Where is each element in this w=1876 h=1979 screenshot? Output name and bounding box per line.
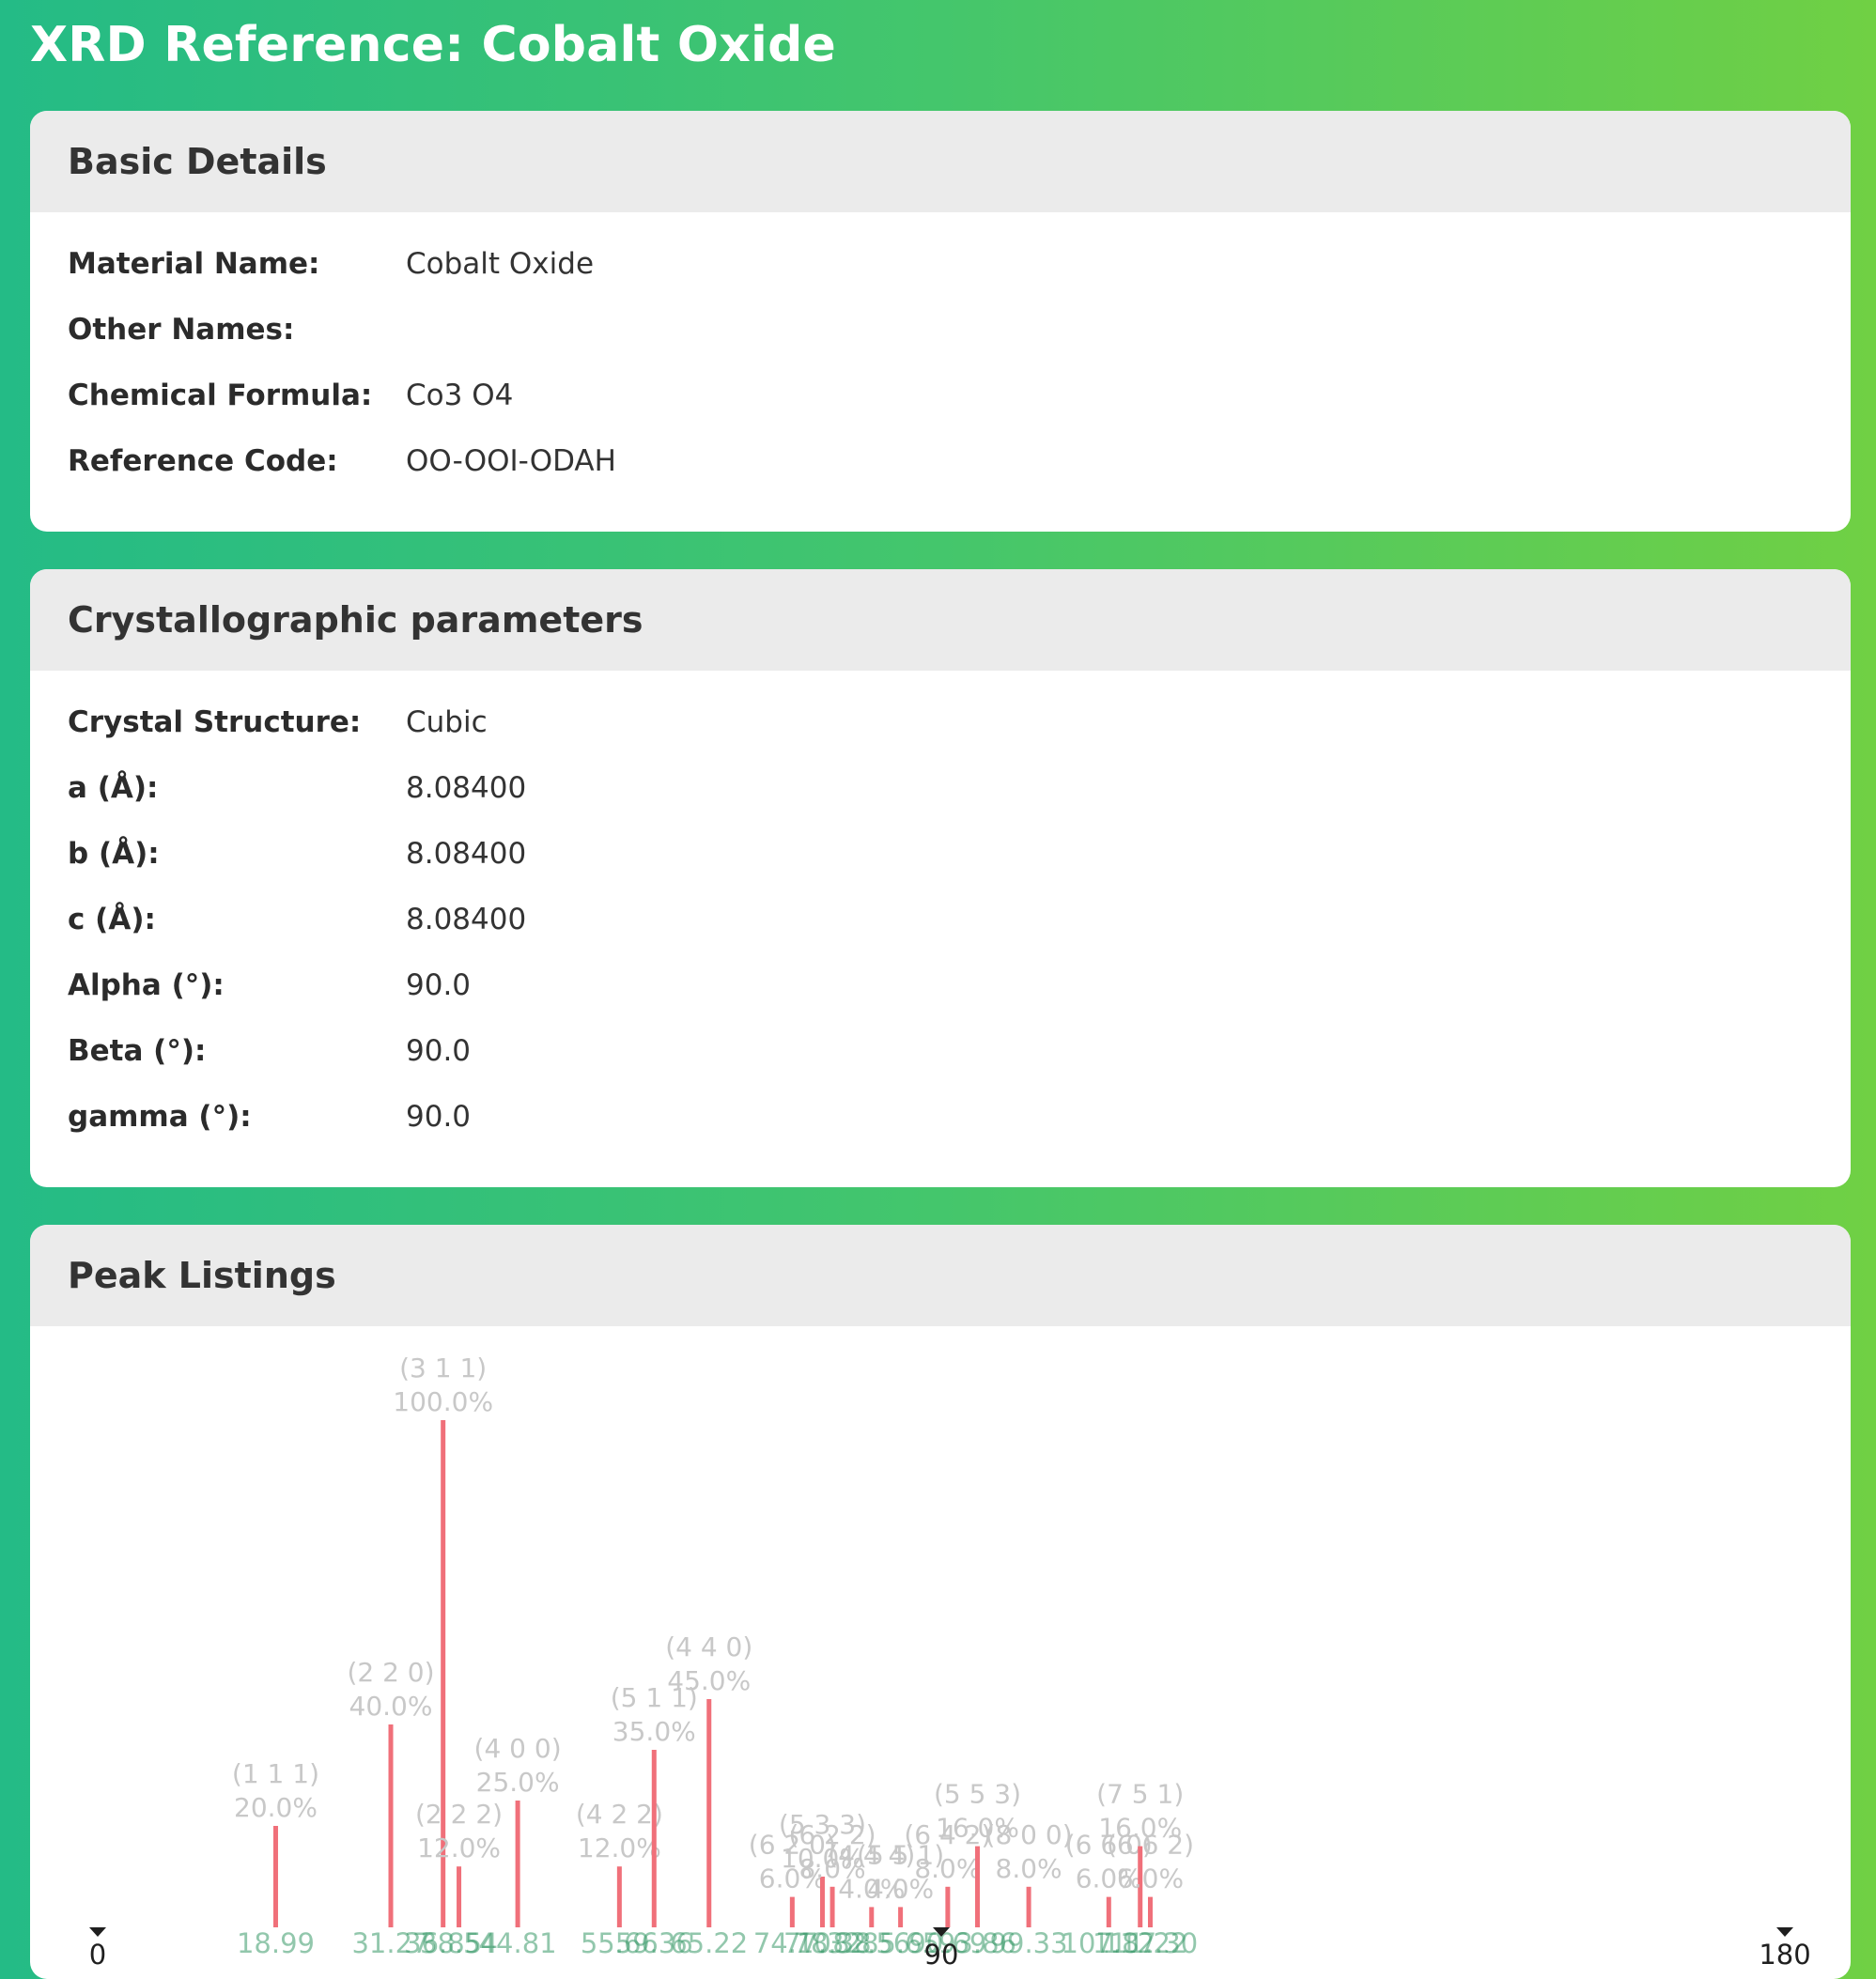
peak-hkl-label-2: (3 1 1) [399, 1353, 487, 1384]
peak-bar-1 [388, 1724, 394, 1927]
peak-hkl-label-15: (8 0 0) [985, 1819, 1073, 1850]
peak-intensity-label-3: 12.0% [417, 1832, 501, 1863]
peak-hkl-label-3: (2 2 2) [415, 1799, 503, 1830]
peak-hkl-label-4: (4 0 0) [474, 1733, 562, 1764]
basic-details-header: Basic Details [30, 111, 1851, 212]
lattice-b-row: b (Å): 8.08400 [68, 821, 1813, 887]
basic-details-card: Basic Details Material Name: Cobalt Oxid… [30, 111, 1851, 532]
lattice-c-value: 8.08400 [406, 903, 527, 936]
lattice-c-row: c (Å): 8.08400 [68, 887, 1813, 952]
lattice-a-label: a (Å): [68, 771, 159, 805]
gamma-row: gamma (°): 90.0 [68, 1084, 1813, 1150]
peak-hkl-label-5: (4 2 2) [576, 1799, 663, 1830]
peak-hkl-label-1: (2 2 0) [347, 1657, 434, 1688]
peak-position-label-0: 18.99 [237, 1927, 315, 1959]
peak-hkl-label-17: (7 5 1) [1096, 1779, 1184, 1810]
alpha-row: Alpha (°): 90.0 [68, 952, 1813, 1018]
peak-bar-8 [789, 1896, 795, 1927]
material-name-value: Cobalt Oxide [406, 247, 595, 281]
beta-label: Beta (°): [68, 1034, 207, 1068]
reference-code-row: Reference Code: OO-OOI-ODAH [68, 428, 1813, 494]
peak-position-label-4: 44.81 [479, 1927, 557, 1959]
peak-hkl-label-7: (4 4 0) [665, 1631, 752, 1662]
x-tick-label-1: 90 [924, 1939, 959, 1971]
peak-listings-card: Peak Listings (1 1 1) 20.0% 18.99 (2 2 0) 40… [30, 1225, 1851, 1979]
peak-bar-12 [898, 1907, 904, 1927]
peak-position-label-18: 112.30 [1103, 1927, 1198, 1959]
peak-bar-10 [829, 1886, 835, 1927]
crystallographic-body: Crystal Structure: Cubic a (Å): 8.08400 … [30, 671, 1851, 1150]
peak-intensity-label-13: 8.0% [914, 1853, 981, 1884]
chemical-formula-row: Chemical Formula: Co3 O4 [68, 363, 1813, 428]
peak-bar-9 [819, 1877, 825, 1927]
peak-intensity-label-5: 12.0% [578, 1832, 661, 1863]
crystal-structure-row: Crystal Structure: Cubic [68, 689, 1813, 755]
beta-value: 90.0 [406, 1034, 472, 1068]
peak-bar-11 [869, 1907, 875, 1927]
x-tick-marker-2 [1776, 1927, 1793, 1937]
peak-bar-7 [706, 1699, 712, 1927]
page-title: XRD Reference: Cobalt Oxide [30, 17, 836, 73]
material-name-label: Material Name: [68, 247, 320, 281]
peak-bar-15 [1026, 1886, 1031, 1927]
peak-hkl-label-0: (1 1 1) [232, 1758, 319, 1789]
reference-code-value: OO-OOI-ODAH [406, 444, 616, 478]
material-name-row: Material Name: Cobalt Oxide [68, 231, 1813, 297]
lattice-a-value: 8.08400 [406, 771, 527, 805]
x-tick-label-0: 0 [89, 1939, 106, 1971]
gamma-label: gamma (°): [68, 1100, 252, 1134]
peak-hkl-label-14: (5 5 3) [934, 1779, 1021, 1810]
peak-intensity-label-6: 35.0% [612, 1716, 696, 1747]
chemical-formula-value: Co3 O4 [406, 379, 514, 412]
peak-bar-18 [1148, 1896, 1154, 1927]
peak-chart-area: (1 1 1) 20.0% 18.99 (2 2 0) 40.0% 31.27 (3 1 1… [30, 1326, 1851, 1979]
peak-chart: (1 1 1)20.0%18.99(2 2 0)40.0%31.27(3 1 1… [89, 1353, 1811, 1971]
alpha-label: Alpha (°): [68, 968, 225, 1002]
peak-bar-0 [272, 1826, 278, 1927]
crystallographic-card: Crystallographic parameters Crystal Stru… [30, 569, 1851, 1187]
peak-intensity-label-4: 25.0% [476, 1767, 560, 1798]
peak-bar-14 [975, 1846, 981, 1927]
peak-bar-5 [616, 1866, 622, 1927]
peak-intensity-label-1: 40.0% [349, 1691, 433, 1722]
x-tick-marker-0 [89, 1927, 106, 1937]
peak-position-label-15: 99.33 [990, 1927, 1068, 1959]
peak-intensity-label-0: 20.0% [234, 1792, 318, 1823]
other-names-label: Other Names: [68, 313, 295, 347]
basic-details-body: Material Name: Cobalt Oxide Other Names:… [30, 212, 1851, 494]
crystallographic-header: Crystallographic parameters [30, 569, 1851, 671]
peak-bar-16 [1106, 1896, 1111, 1927]
peak-intensity-label-15: 8.0% [996, 1853, 1062, 1884]
beta-row: Beta (°): 90.0 [68, 1018, 1813, 1084]
peak-intensity-label-2: 100.0% [393, 1386, 493, 1417]
peak-bar-6 [651, 1750, 657, 1927]
peak-hkl-label-18: (6 6 2) [1107, 1830, 1194, 1861]
lattice-b-label: b (Å): [68, 837, 160, 871]
chemical-formula-label: Chemical Formula: [68, 379, 373, 412]
crystal-structure-value: Cubic [406, 705, 488, 739]
peak-position-label-7: 65.22 [670, 1927, 748, 1959]
other-names-row: Other Names: [68, 297, 1813, 363]
lattice-a-row: a (Å): 8.08400 [68, 755, 1813, 821]
lattice-b-value: 8.08400 [406, 837, 527, 871]
peak-intensity-label-7: 45.0% [667, 1665, 751, 1696]
crystal-structure-label: Crystal Structure: [68, 705, 362, 739]
peak-intensity-label-18: 6.0% [1117, 1863, 1184, 1894]
peak-bar-4 [515, 1801, 520, 1927]
reference-code-label: Reference Code: [68, 444, 338, 478]
peak-bar-3 [457, 1866, 462, 1927]
x-tick-label-2: 180 [1759, 1939, 1810, 1971]
lattice-c-label: c (Å): [68, 903, 156, 936]
gamma-value: 90.0 [406, 1100, 472, 1134]
alpha-value: 90.0 [406, 968, 472, 1002]
peak-bar-13 [945, 1886, 951, 1927]
